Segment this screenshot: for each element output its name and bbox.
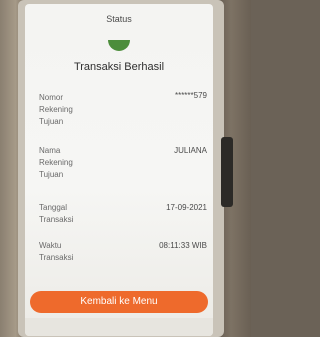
value-account-name: JULIANA xyxy=(174,146,207,155)
phone-side-button xyxy=(221,137,233,207)
phone-screen: Status Transaksi Berhasil Nomor Rekening… xyxy=(25,4,213,336)
transaction-status-title: Transaksi Berhasil xyxy=(73,61,165,73)
success-check-icon xyxy=(108,40,130,51)
bottom-bar xyxy=(25,318,213,336)
value-transaction-time: 08:11:33 WIB xyxy=(159,241,207,250)
back-to-menu-button[interactable]: Kembali ke Menu xyxy=(30,291,208,313)
page-title: Status xyxy=(106,14,132,24)
value-account-number: ******579 xyxy=(174,91,207,100)
value-transaction-date: 17-09-2021 xyxy=(166,203,207,212)
